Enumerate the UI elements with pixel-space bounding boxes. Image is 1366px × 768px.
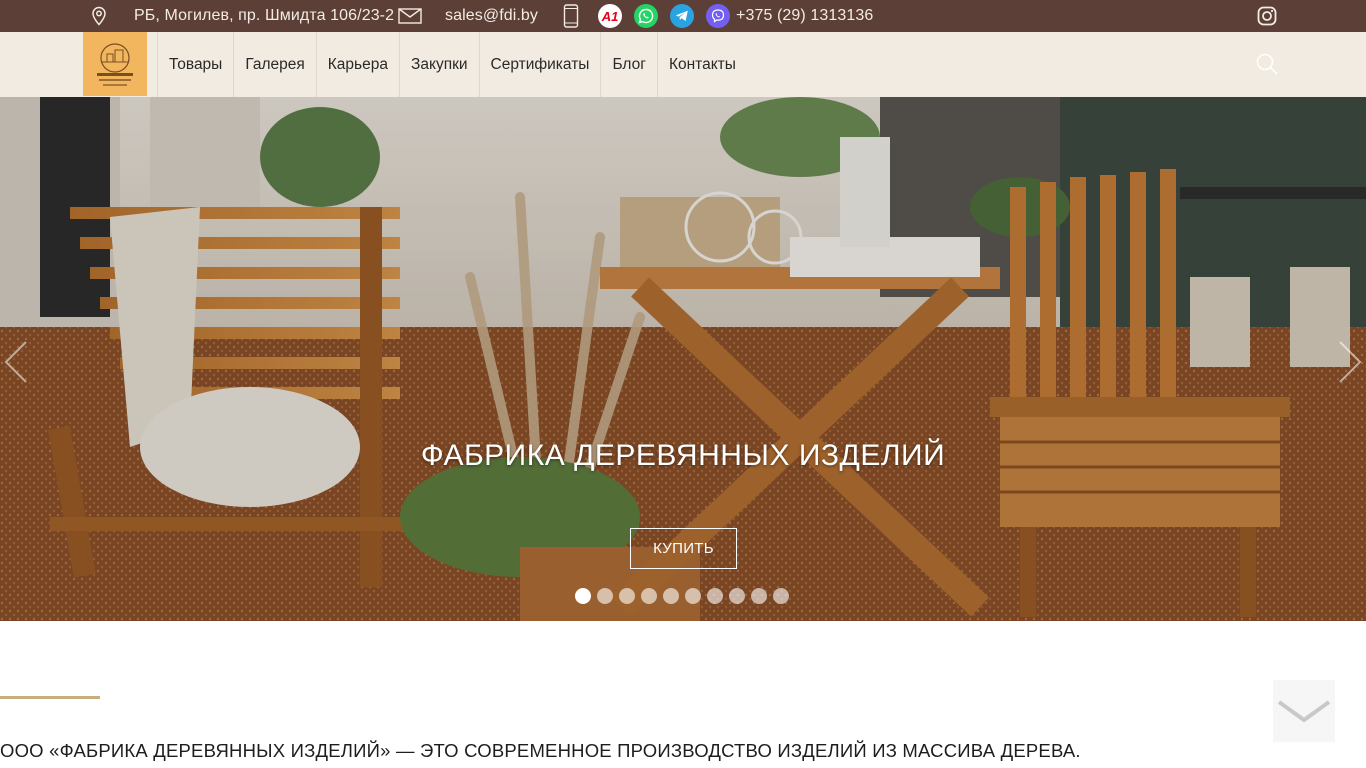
a1-operator-icon[interactable]: A1	[598, 0, 622, 32]
email-link[interactable]: sales@fdi.by	[445, 0, 538, 32]
slider-dot-2[interactable]	[597, 588, 613, 604]
slider-prev-arrow-icon[interactable]	[0, 340, 30, 384]
top-contact-bar: РБ, Могилев, пр. Шмидта 106/23-2 sales@f…	[0, 0, 1366, 32]
whatsapp-icon[interactable]	[634, 0, 658, 32]
main-navigation: Товары Галерея Карьера Закупки Сертифика…	[0, 32, 1366, 97]
slider-dot-5[interactable]	[663, 588, 679, 604]
a1-operator-label: A1	[601, 8, 619, 24]
nav-item-products[interactable]: Товары	[157, 32, 233, 97]
nav-item-gallery[interactable]: Галерея	[233, 32, 315, 97]
slider-dot-6[interactable]	[685, 588, 701, 604]
viber-icon[interactable]	[706, 0, 730, 32]
slider-dot-10[interactable]	[773, 588, 789, 604]
hero-slider: ФАБРИКА ДЕРЕВЯННЫХ ИЗДЕЛИЙ КУПИТЬ	[0, 97, 1366, 621]
nav-item-blog[interactable]: Блог	[600, 32, 657, 97]
slider-dot-7[interactable]	[707, 588, 723, 604]
envelope-icon	[398, 0, 422, 32]
slider-dot-4[interactable]	[641, 588, 657, 604]
search-icon[interactable]	[1255, 52, 1279, 76]
scroll-down-button[interactable]	[1273, 680, 1335, 742]
mobile-phone-icon	[563, 0, 579, 32]
nav-item-certificates[interactable]: Сертификаты	[478, 32, 601, 97]
site-logo[interactable]	[83, 32, 147, 96]
telegram-icon[interactable]	[670, 0, 694, 32]
slider-dot-3[interactable]	[619, 588, 635, 604]
address-text: РБ, Могилев, пр. Шмидта 106/23-2	[134, 7, 395, 24]
nav-item-contacts[interactable]: Контакты	[656, 32, 747, 97]
logo-emblem-icon	[97, 43, 133, 86]
phone-link[interactable]: +375 (29) 1313136	[736, 0, 873, 32]
intro-heading: ООО «ФАБРИКА ДЕРЕВЯННЫХ ИЗДЕЛИЙ» — ЭТО С…	[0, 740, 1081, 761]
instagram-icon[interactable]	[1257, 0, 1277, 32]
chevron-down-icon	[1277, 700, 1331, 723]
buy-button[interactable]: КУПИТЬ	[630, 528, 737, 569]
location-pin-icon	[90, 0, 108, 32]
slider-dot-1[interactable]	[575, 588, 591, 604]
nav-item-career[interactable]: Карьера	[315, 32, 399, 97]
nav-menu: Товары Галерея Карьера Закупки Сертифика…	[157, 32, 747, 97]
slider-dot-8[interactable]	[729, 588, 745, 604]
hero-title: ФАБРИКА ДЕРЕВЯННЫХ ИЗДЕЛИЙ	[420, 439, 946, 472]
nav-item-purchases[interactable]: Закупки	[399, 32, 479, 97]
slider-next-arrow-icon[interactable]	[1336, 340, 1366, 384]
slider-dot-9[interactable]	[751, 588, 767, 604]
slider-pagination	[575, 588, 789, 604]
section-divider	[0, 696, 100, 699]
